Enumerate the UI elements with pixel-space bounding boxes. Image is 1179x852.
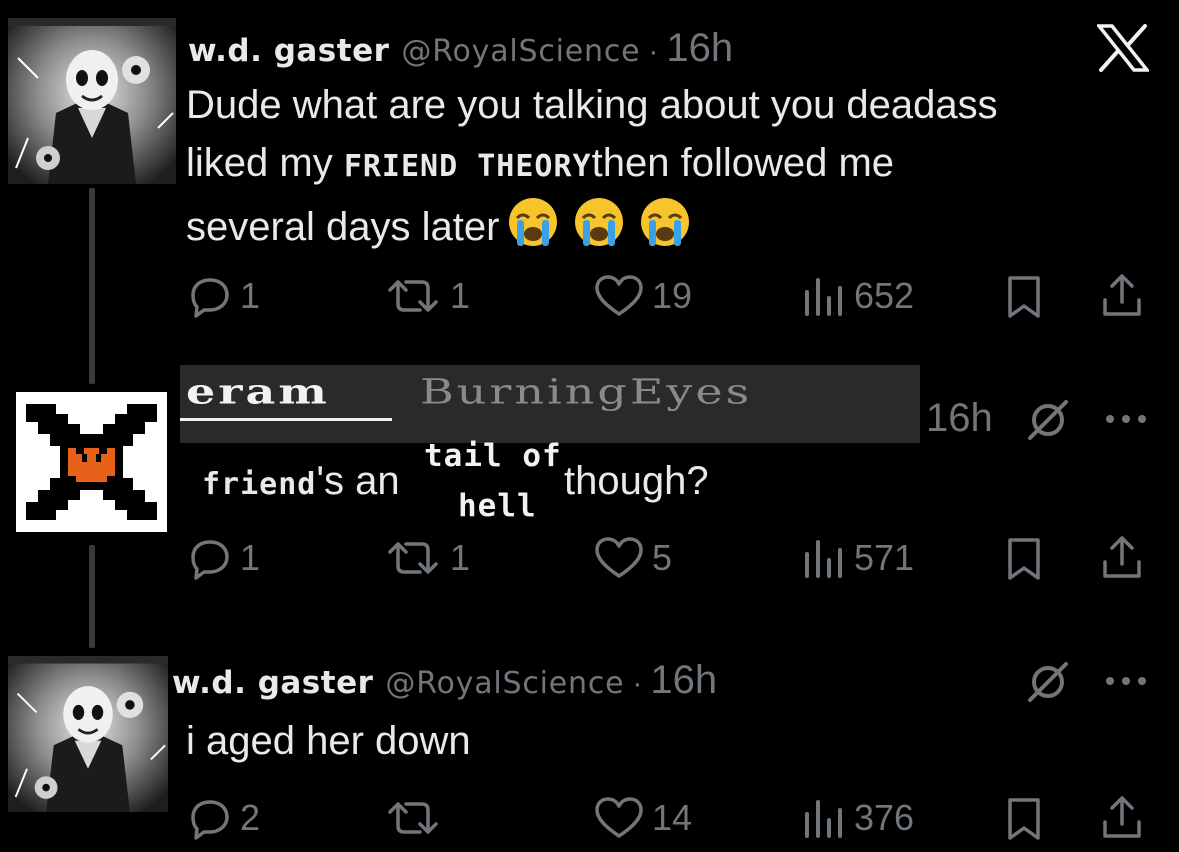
timestamp[interactable]: 16h	[650, 658, 717, 703]
thread-connector	[89, 188, 95, 384]
bookmark-icon	[1008, 798, 1040, 840]
display-name[interactable]: eram	[186, 371, 330, 412]
reply-count: 2	[240, 797, 261, 838]
handle[interactable]: BurningEyes	[420, 371, 752, 412]
grok-button[interactable]	[1026, 660, 1070, 704]
views-icon	[805, 800, 842, 838]
reply-icon	[191, 540, 229, 580]
tweet-text-segment: liked my	[186, 141, 344, 185]
styled-text: friend	[202, 467, 317, 502]
timestamp[interactable]: 16h	[666, 26, 733, 71]
styled-text: FRIEND THEORY	[343, 149, 592, 184]
tweet-header: w.d. gaster @RoyalScience · 16h	[188, 26, 733, 71]
bookmark-button[interactable]	[1002, 536, 1046, 582]
display-name[interactable]: w.d. gaster	[172, 665, 373, 701]
share-icon	[1103, 536, 1141, 578]
loudly-crying-face-icon	[509, 198, 558, 246]
avatar[interactable]	[8, 656, 168, 812]
views-icon	[805, 278, 842, 316]
tweet-text-segment: though?	[564, 459, 709, 503]
display-name[interactable]: w.d. gaster	[188, 33, 389, 69]
like-count: 14	[652, 797, 693, 838]
reply-count: 1	[240, 537, 261, 578]
tweet-text-line: Dude what are you talking about you dead…	[186, 83, 998, 127]
views-count: 652	[854, 275, 915, 316]
thread-connector	[89, 545, 95, 648]
repost-count: 1	[450, 537, 471, 578]
reply-icon	[191, 800, 229, 840]
heart-icon	[595, 275, 643, 316]
tweet-text: friend's an	[202, 452, 400, 514]
bookmark-icon	[1008, 538, 1040, 580]
avatar[interactable]	[8, 18, 176, 184]
bookmark-button[interactable]	[1002, 796, 1046, 842]
x-logo-icon[interactable]	[1097, 24, 1149, 72]
loudly-crying-face-icon	[641, 198, 690, 246]
timestamp[interactable]: 16h	[926, 396, 993, 441]
like-count: 5	[652, 537, 673, 578]
repost-icon	[388, 802, 438, 834]
styled-text: tail of	[424, 438, 562, 474]
avatar[interactable]	[16, 392, 167, 532]
views-count: 571	[854, 537, 915, 578]
views-count: 376	[854, 797, 915, 838]
views-button[interactable]: 652	[800, 274, 914, 318]
separator: ·	[648, 35, 659, 68]
more-icon	[1106, 415, 1146, 423]
tweet-text-line: several days later	[186, 196, 998, 256]
display-name-underline	[180, 418, 392, 421]
share-icon	[1103, 274, 1141, 316]
reply-icon	[191, 278, 229, 318]
heart-icon	[595, 537, 643, 578]
reply-count: 1	[240, 275, 261, 316]
bookmark-button[interactable]	[1002, 274, 1046, 320]
share-button[interactable]	[1100, 534, 1144, 582]
views-icon	[805, 540, 842, 578]
share-button[interactable]	[1100, 794, 1144, 842]
tweet-text-segment: then followed me	[591, 141, 895, 185]
reply-button[interactable]: 2	[188, 796, 260, 840]
heart-icon	[595, 797, 643, 838]
like-button[interactable]: 19	[594, 274, 692, 318]
handle[interactable]: @RoyalScience	[385, 666, 624, 701]
grok-icon	[1028, 662, 1068, 702]
share-icon	[1103, 796, 1141, 838]
tweet-header: 16h	[926, 396, 993, 441]
reply-button[interactable]: 1	[188, 274, 260, 318]
thread-screenshot: w.d. gaster @RoyalScience · 16h Dude wha…	[0, 0, 1179, 852]
tweet-text: Dude what are you talking about you dead…	[186, 76, 998, 256]
grok-icon	[1028, 400, 1068, 440]
separator: ·	[632, 667, 643, 700]
repost-icon	[388, 280, 438, 312]
tweet-text-segment: 's an	[316, 459, 400, 503]
repost-button[interactable]: 1	[384, 274, 470, 318]
repost-count: 1	[450, 275, 471, 316]
repost-button[interactable]	[384, 796, 450, 840]
repost-button[interactable]: 1	[384, 536, 470, 580]
repost-icon	[388, 542, 438, 574]
bookmark-icon	[1008, 276, 1040, 318]
tweet-text: i aged her down	[186, 719, 471, 763]
handle[interactable]: @RoyalScience	[401, 34, 640, 69]
views-button[interactable]: 376	[800, 796, 914, 840]
loudly-crying-face-icon	[575, 198, 624, 246]
like-button[interactable]: 5	[594, 536, 672, 580]
grok-button[interactable]	[1026, 398, 1070, 442]
more-button[interactable]	[1104, 674, 1148, 688]
tweet-header: w.d. gaster @RoyalScience · 16h	[172, 658, 717, 703]
like-button[interactable]: 14	[594, 796, 692, 840]
reply-button[interactable]: 1	[188, 536, 260, 580]
more-icon	[1106, 677, 1146, 685]
share-button[interactable]	[1100, 272, 1144, 320]
styled-text: hell	[458, 488, 537, 524]
more-button[interactable]	[1104, 412, 1148, 426]
tweet-text-line: liked my FRIEND THEORYthen followed me	[186, 134, 998, 196]
views-button[interactable]: 571	[800, 536, 914, 580]
like-count: 19	[652, 275, 693, 316]
tweet-text-segment: several days later	[186, 205, 500, 249]
